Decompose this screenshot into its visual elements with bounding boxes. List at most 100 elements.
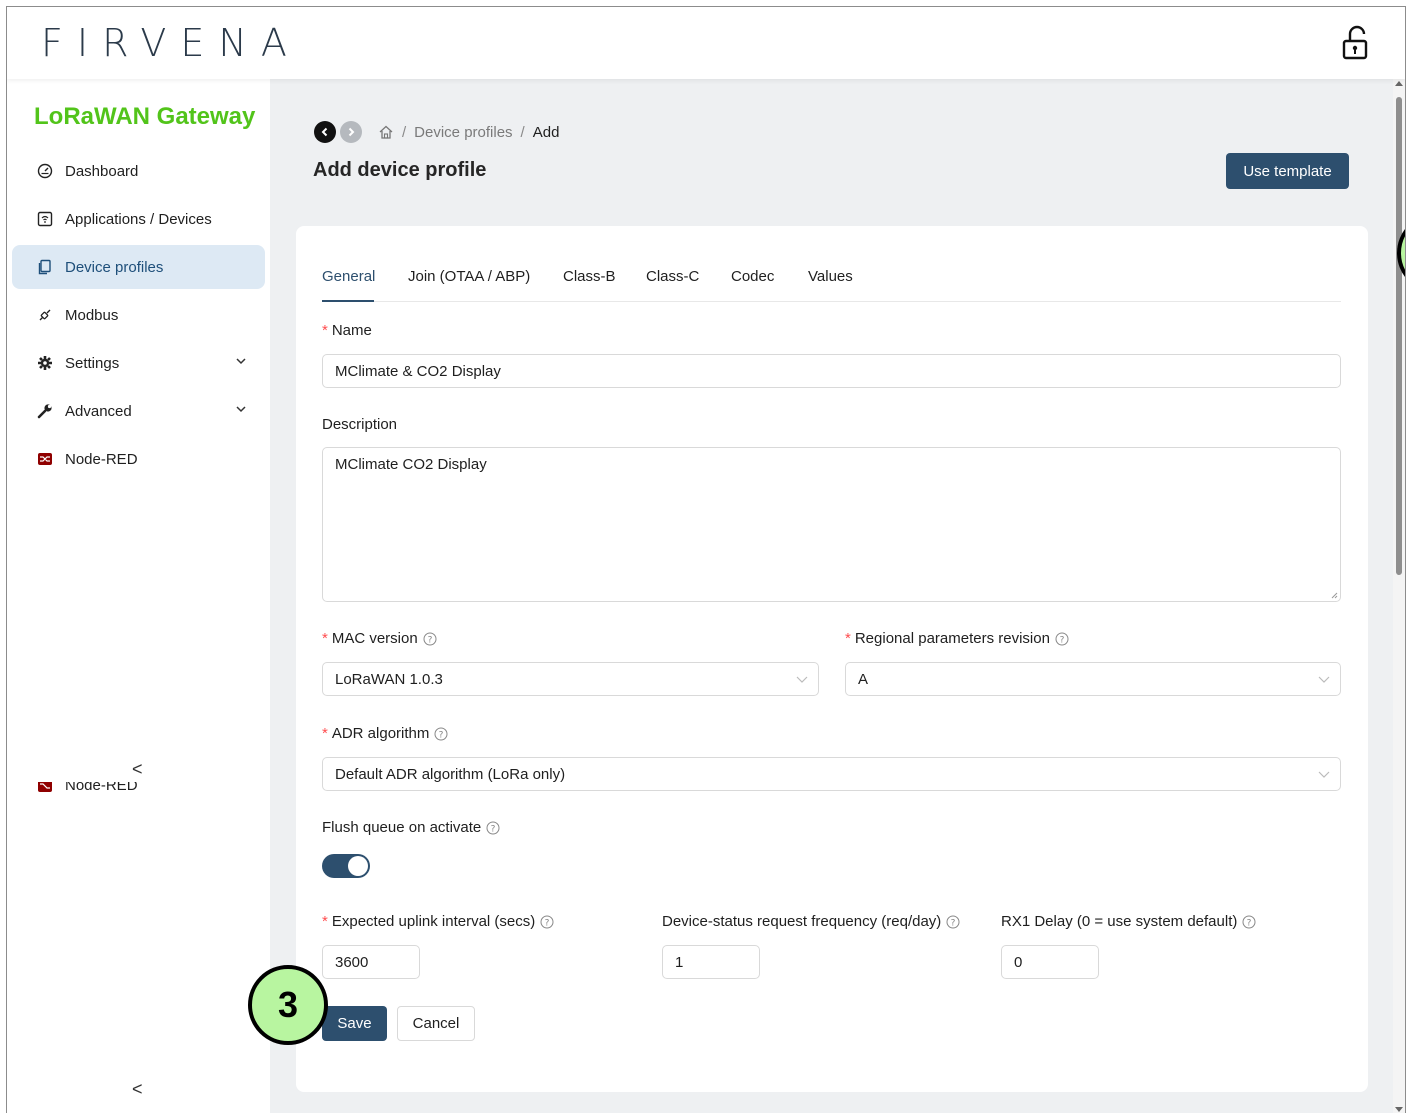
- regional-params-label-text: Regional parameters revision: [854, 630, 1050, 647]
- chevron-down-icon[interactable]: [235, 403, 247, 415]
- main-content: / Device profiles / Add Add device profi…: [270, 79, 1405, 1113]
- firvena-logo: FIRVENA: [41, 21, 301, 65]
- chevron-left-icon: [321, 127, 328, 137]
- svg-text:?: ?: [1247, 918, 1252, 928]
- rx1-delay-label: RX1 Delay (0 = use system default) ?: [1001, 913, 1256, 930]
- sidebar-item-label: Advanced: [65, 402, 132, 420]
- uplink-interval-label-text: Expected uplink interval (secs): [331, 913, 536, 930]
- chevron-down-icon[interactable]: [235, 355, 247, 367]
- resize-grip-icon[interactable]: [1330, 591, 1338, 599]
- tab-general[interactable]: General: [322, 268, 375, 285]
- status-frequency-input[interactable]: 1: [662, 945, 760, 979]
- tab-join[interactable]: Join (OTAA / ABP): [408, 268, 530, 285]
- help-icon[interactable]: ?: [486, 821, 500, 835]
- required-mark: *: [322, 913, 328, 930]
- wrench-icon: [37, 404, 52, 419]
- sidebar-item-applications[interactable]: Applications / Devices: [12, 197, 265, 241]
- sidebar-item-dashboard[interactable]: Dashboard: [12, 149, 265, 193]
- sidebar-item-label: Node-RED: [65, 450, 138, 468]
- tab-class-b[interactable]: Class-B: [563, 268, 616, 285]
- uplink-interval-label: * Expected uplink interval (secs) ?: [322, 913, 554, 930]
- svg-text:?: ?: [951, 918, 956, 928]
- required-mark: *: [322, 725, 328, 742]
- svg-text:?: ?: [491, 824, 496, 834]
- flush-queue-toggle[interactable]: [322, 854, 370, 878]
- svg-text:?: ?: [439, 730, 444, 740]
- mac-version-select[interactable]: LoRaWAN 1.0.3: [322, 662, 819, 696]
- breadcrumb-separator: /: [520, 123, 525, 141]
- help-icon[interactable]: ?: [1242, 915, 1256, 929]
- regional-params-select[interactable]: A: [845, 662, 1341, 696]
- adr-algorithm-select[interactable]: Default ADR algorithm (LoRa only): [322, 757, 1341, 791]
- regional-params-label: * Regional parameters revision ?: [845, 630, 1069, 647]
- flush-queue-label: Flush queue on activate ?: [322, 819, 500, 836]
- home-icon[interactable]: [378, 124, 394, 140]
- mac-version-label: * MAC version ?: [322, 630, 437, 647]
- adr-algorithm-label-text: ADR algorithm: [331, 725, 430, 742]
- description-textarea[interactable]: MClimate CO2 Display: [322, 447, 1341, 602]
- help-icon[interactable]: ?: [540, 915, 554, 929]
- rx1-delay-input[interactable]: 0: [1001, 945, 1099, 979]
- svg-text:?: ?: [1060, 635, 1065, 645]
- breadcrumb-separator: /: [402, 123, 407, 141]
- sidebar-item-node-red[interactable]: Node-RED: [12, 437, 265, 481]
- svg-text:?: ?: [545, 918, 550, 928]
- sidebar: LoRaWAN Gateway Dashboard Applications /…: [7, 79, 270, 1113]
- dashboard-icon: [37, 163, 53, 179]
- help-icon[interactable]: ?: [434, 727, 448, 741]
- adr-algorithm-value: Default ADR algorithm (LoRa only): [335, 765, 566, 783]
- svg-text:?: ?: [427, 635, 432, 645]
- breadcrumb: / Device profiles / Add: [314, 121, 559, 143]
- scrollbar-thumb[interactable]: [1396, 97, 1402, 575]
- rx1-delay-label-text: RX1 Delay (0 = use system default): [1001, 913, 1238, 930]
- help-icon[interactable]: ?: [423, 632, 437, 646]
- tab-values[interactable]: Values: [808, 268, 853, 285]
- tab-bar: General Join (OTAA / ABP) Class-B Class-…: [322, 260, 1341, 302]
- app-window: FIRVENA LoRaWAN Gateway Dashboard Applic…: [6, 6, 1406, 1113]
- help-icon[interactable]: ?: [946, 915, 960, 929]
- scroll-up-icon[interactable]: [1395, 81, 1403, 86]
- sidebar-ghost-label: Node-RED: [65, 777, 138, 794]
- regional-params-value: A: [858, 670, 869, 688]
- modbus-icon: [39, 309, 51, 321]
- uplink-interval-input[interactable]: 3600: [322, 945, 420, 979]
- flush-queue-label-text: Flush queue on activate: [322, 819, 482, 836]
- collapse-sidebar-icon[interactable]: <: [132, 1079, 143, 1100]
- gear-icon: [38, 356, 52, 370]
- scroll-down-icon[interactable]: [1395, 1107, 1403, 1112]
- status-frequency-label: Device-status request frequency (req/day…: [662, 913, 960, 930]
- use-template-button[interactable]: Use template: [1226, 153, 1349, 189]
- back-button[interactable]: [314, 121, 336, 143]
- collapse-sidebar-icon[interactable]: <: [132, 759, 143, 780]
- sidebar-item-modbus[interactable]: Modbus: [12, 293, 265, 337]
- name-input[interactable]: MClimate & CO2 Display: [322, 354, 1341, 388]
- node-red-icon: [38, 782, 52, 792]
- cancel-button[interactable]: Cancel: [397, 1006, 475, 1041]
- sidebar-item-device-profiles[interactable]: Device profiles: [12, 245, 265, 289]
- status-frequency-label-text: Device-status request frequency (req/day…: [662, 913, 942, 930]
- mac-version-value: LoRaWAN 1.0.3: [335, 670, 443, 688]
- form-card: General Join (OTAA / ABP) Class-B Class-…: [296, 226, 1368, 1092]
- breadcrumb-link[interactable]: Device profiles: [414, 124, 512, 141]
- forward-button[interactable]: [340, 121, 362, 143]
- description-value: MClimate CO2 Display: [335, 456, 487, 473]
- page-title: Add device profile: [313, 159, 487, 181]
- sidebar-item-label: Modbus: [65, 306, 119, 324]
- save-button[interactable]: Save: [322, 1006, 387, 1041]
- tab-codec[interactable]: Codec: [731, 268, 774, 285]
- sidebar-item-label: Applications / Devices: [65, 210, 212, 228]
- sidebar-item-settings[interactable]: Settings: [12, 341, 265, 385]
- unlock-icon[interactable]: [1341, 25, 1371, 61]
- help-icon[interactable]: ?: [1055, 632, 1069, 646]
- description-label: Description: [322, 416, 398, 433]
- sidebar-item-label: Settings: [65, 354, 120, 372]
- required-mark: *: [322, 630, 328, 647]
- mac-version-label-text: MAC version: [331, 630, 418, 647]
- sidebar-item-label: Dashboard: [65, 162, 139, 180]
- chevron-down-icon: [796, 676, 808, 683]
- node-red-icon: [38, 453, 52, 465]
- tab-class-c[interactable]: Class-C: [646, 268, 699, 285]
- sidebar-item-label: Device profiles: [65, 258, 164, 276]
- sidebar-item-advanced[interactable]: Advanced: [12, 389, 265, 433]
- applications-icon: [37, 211, 53, 227]
